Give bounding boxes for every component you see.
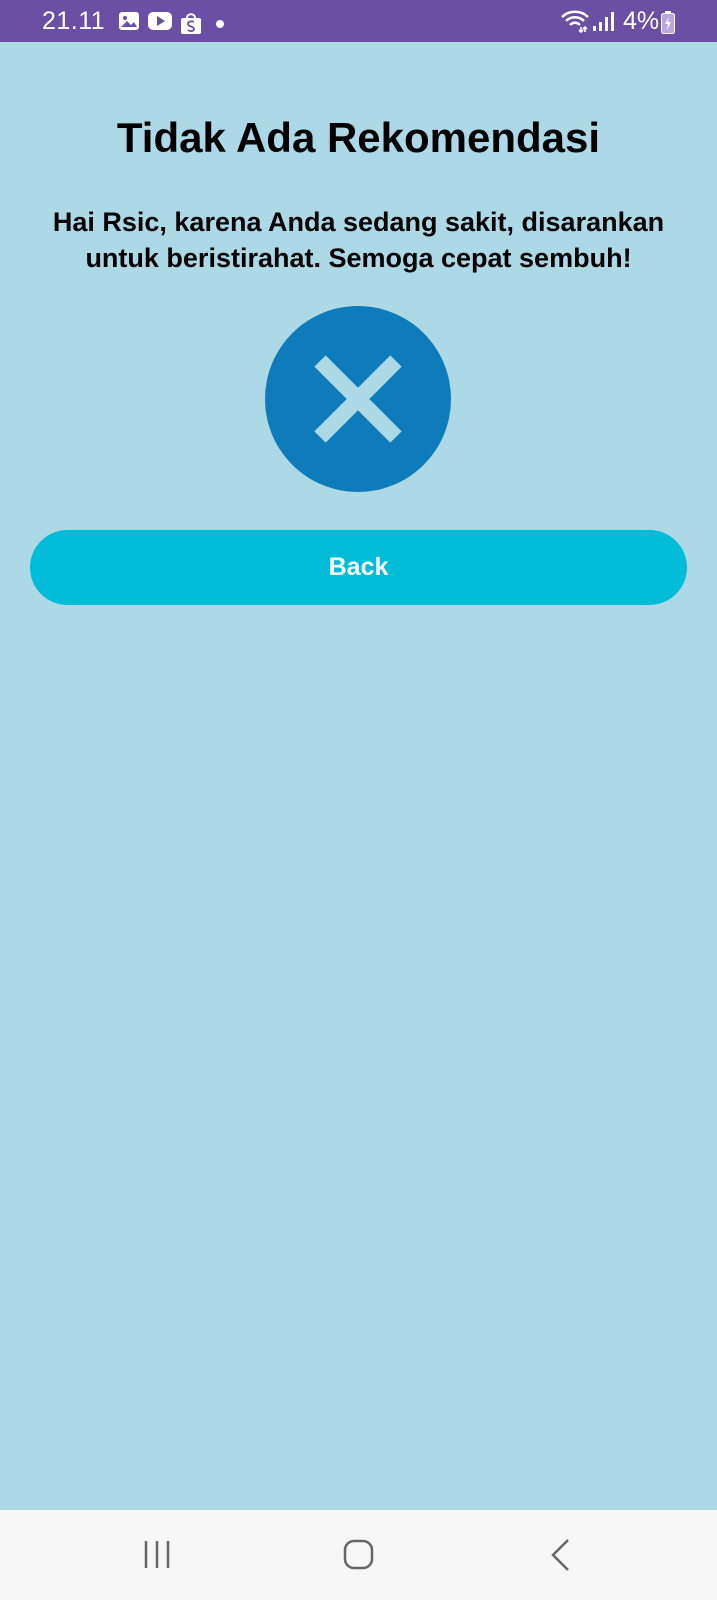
close-icon — [265, 306, 451, 492]
recents-icon[interactable] — [98, 1510, 218, 1600]
shopee-icon — [180, 11, 202, 40]
recommendation-message: Hai Rsic, karena Anda sedang sakit, disa… — [52, 207, 665, 273]
home-icon[interactable] — [299, 1510, 419, 1600]
page-title: Tidak Ada Rekomendasi — [116, 114, 601, 161]
status-bar: 21.11 4% — [0, 0, 717, 42]
signal-icon — [592, 12, 614, 37]
notification-dot-icon — [215, 16, 225, 34]
back-button[interactable]: Back — [30, 530, 687, 605]
battery-percentage: 4% — [623, 7, 660, 35]
status-time: 21.11 — [42, 7, 106, 35]
back-arrow-icon[interactable] — [500, 1510, 620, 1600]
navigation-bar — [0, 1510, 717, 1600]
gallery-icon — [118, 11, 140, 36]
battery-charging-icon — [661, 11, 675, 40]
wifi-icon — [560, 9, 590, 38]
youtube-icon — [147, 11, 173, 36]
